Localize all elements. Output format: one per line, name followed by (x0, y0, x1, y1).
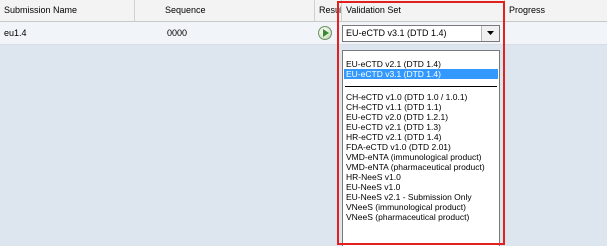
dropdown-option[interactable]: EU-NeeS v1.0 (344, 182, 498, 192)
dropdown-option[interactable]: EU-eCTD v2.1 (DTD 1.4) (344, 59, 498, 69)
dropdown-separator (345, 86, 497, 87)
cell-submission-name: eu1.4 (4, 28, 27, 38)
col-header-sequence[interactable]: Sequence (135, 0, 315, 21)
table-row[interactable]: eu1.4 0000 (0, 22, 607, 45)
dropdown-option[interactable]: VNeeS (pharmaceutical product) (344, 212, 498, 222)
dropdown-option[interactable]: CH-eCTD v1.1 (DTD 1.1) (344, 102, 498, 112)
dropdown-option[interactable]: EU-eCTD v2.0 (DTD 1.2.1) (344, 112, 498, 122)
validation-set-value: EU-eCTD v3.1 (DTD 1.4) (346, 28, 447, 38)
play-icon[interactable] (318, 26, 332, 40)
col-header-result[interactable]: Result (315, 0, 342, 21)
cell-sequence: 0000 (167, 28, 188, 38)
dropdown-option[interactable]: FDA-eCTD v1.0 (DTD 2.01) (344, 142, 498, 152)
col-header-progress[interactable]: Progress (505, 0, 607, 21)
submissions-grid: Submission Name Sequence Result Validati… (0, 0, 607, 246)
col-header-submission-name[interactable]: Submission Name (0, 0, 135, 21)
dropdown-button[interactable] (481, 26, 499, 41)
dropdown-option[interactable]: VMD-eNTA (pharmaceutical product) (344, 162, 498, 172)
dropdown-option[interactable]: EU-eCTD v2.1 (DTD 1.3) (344, 122, 498, 132)
validation-set-dropdown: EU-eCTD v2.1 (DTD 1.4) EU-eCTD v3.1 (DTD… (342, 50, 500, 246)
dropdown-option[interactable]: VNeeS (immunological product) (344, 202, 498, 212)
dropdown-option-selected[interactable]: EU-eCTD v3.1 (DTD 1.4) (344, 69, 498, 79)
dropdown-option[interactable]: EU-NeeS v2.1 - Submission Only (344, 192, 498, 202)
chevron-down-icon (487, 31, 494, 35)
col-header-validation-set[interactable]: Validation Set (342, 0, 505, 21)
dropdown-option[interactable]: HR-eCTD v2.1 (DTD 1.4) (344, 132, 498, 142)
dropdown-option[interactable]: HR-NeeS v1.0 (344, 172, 498, 182)
dropdown-option[interactable]: CH-eCTD v1.0 (DTD 1.0 / 1.0.1) (344, 92, 498, 102)
validation-set-select[interactable]: EU-eCTD v3.1 (DTD 1.4) (342, 25, 500, 42)
dropdown-option[interactable]: VMD-eNTA (immunological product) (344, 152, 498, 162)
grid-header: Submission Name Sequence Result Validati… (0, 0, 607, 22)
